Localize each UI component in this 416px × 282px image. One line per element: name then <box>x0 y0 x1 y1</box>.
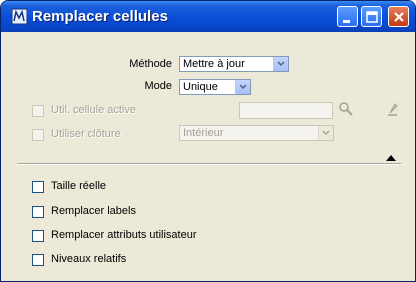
option-checkbox-remplacer-attributs[interactable] <box>32 230 44 242</box>
window-title: Remplacer cellules <box>32 8 168 25</box>
title-bar[interactable]: Remplacer cellules <box>1 1 415 32</box>
magnifier-icon[interactable] <box>338 101 354 120</box>
close-button[interactable] <box>388 6 409 27</box>
option-label-remplacer-attributs: Remplacer attributs utilisateur <box>51 229 197 241</box>
fence-checkbox[interactable] <box>32 129 44 141</box>
methode-label: Méthode <box>129 58 172 70</box>
mode-value: Unique <box>183 81 218 93</box>
fence-value: Intérieur <box>183 127 224 139</box>
option-label-taille-reelle: Taille réelle <box>51 180 107 192</box>
methode-value: Mettre à jour <box>183 58 245 70</box>
fence-select[interactable]: Intérieur <box>179 125 334 141</box>
fence-label: Utiliser clôture <box>51 128 121 140</box>
mode-label: Mode <box>144 80 172 92</box>
methode-select[interactable]: Mettre à jour <box>179 56 289 72</box>
option-checkbox-niveaux-relatifs[interactable] <box>32 254 44 266</box>
active-cell-checkbox[interactable] <box>32 105 44 117</box>
active-cell-label: Util. cellule active <box>51 104 136 116</box>
option-checkbox-taille-reelle[interactable] <box>32 181 44 193</box>
pick-cell-icon[interactable] <box>385 101 401 120</box>
option-checkbox-remplacer-labels[interactable] <box>32 206 44 218</box>
option-label-remplacer-labels: Remplacer labels <box>51 205 136 217</box>
chevron-down-icon <box>318 126 333 140</box>
dialog-window: Remplacer cellules Méthode Mettre à jour… <box>0 0 416 282</box>
cell-replace-icon <box>11 8 28 25</box>
option-label-niveaux-relatifs: Niveaux relatifs <box>51 253 127 265</box>
minimize-button[interactable] <box>337 6 358 27</box>
mode-select[interactable]: Unique <box>179 79 251 95</box>
chevron-down-icon <box>273 57 288 71</box>
separator <box>17 163 401 165</box>
active-cell-input[interactable] <box>239 102 333 119</box>
maximize-button[interactable] <box>361 6 382 27</box>
chevron-down-icon <box>235 80 250 94</box>
